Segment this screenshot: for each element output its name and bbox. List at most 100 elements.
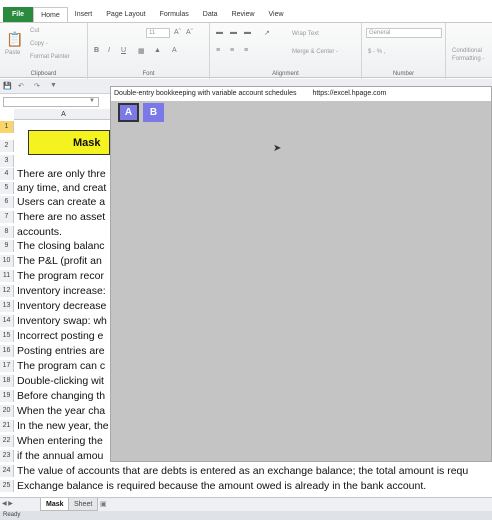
column-header-a[interactable]: A xyxy=(17,109,110,120)
row-header[interactable]: 21 xyxy=(0,420,14,432)
row-header[interactable]: 14 xyxy=(0,315,14,327)
row-header[interactable]: 8 xyxy=(0,226,14,238)
row-header[interactable]: 6 xyxy=(0,196,14,208)
number-symbols[interactable]: $ - % , xyxy=(368,49,385,55)
sheet-tab-bar: ◀ ▶ Mask Sheet ▣ xyxy=(0,497,492,511)
sheet-tab-sheet[interactable]: Sheet xyxy=(68,498,99,511)
button-b[interactable]: B xyxy=(143,103,164,122)
align-middle-icon[interactable]: ▬ xyxy=(230,29,237,36)
cell-text[interactable]: The closing balanc xyxy=(17,239,105,253)
name-box[interactable]: ▼ xyxy=(3,97,99,107)
row-header[interactable]: 15 xyxy=(0,330,14,342)
row-header[interactable]: 13 xyxy=(0,300,14,312)
row-header[interactable]: 11 xyxy=(0,270,14,282)
merge-center-button[interactable]: Merge & Center - xyxy=(292,49,338,55)
wrap-text-button[interactable]: Wrap Text xyxy=(292,31,319,37)
row-header[interactable]: 7 xyxy=(0,211,14,223)
cell-text[interactable]: The P&L (profit an xyxy=(17,254,102,268)
conditional-formatting-button-label[interactable]: Formatting - xyxy=(452,56,484,62)
sheet-tab-mask[interactable]: Mask xyxy=(40,498,70,511)
row-header[interactable]: 1 xyxy=(0,121,14,133)
alignment-group: ▬ ▬ ▬ ↗ Wrap Text ≡ ≡ ≡ Merge & Center -… xyxy=(210,23,362,79)
customize-icon[interactable]: ▼ xyxy=(50,82,57,89)
row-header[interactable]: 20 xyxy=(0,405,14,417)
underline-icon[interactable]: U xyxy=(121,47,126,54)
cell-text[interactable]: accounts. xyxy=(17,225,62,239)
new-sheet-icon[interactable]: ▣ xyxy=(100,500,107,508)
tab-home[interactable]: Home xyxy=(33,7,68,22)
overlay-url[interactable]: https://excel.hpage.com xyxy=(312,90,386,97)
cell-text[interactable]: The program recor xyxy=(17,269,104,283)
row-header[interactable]: 19 xyxy=(0,390,14,402)
cell-text[interactable]: any time, and creat xyxy=(17,181,106,195)
cell-text[interactable]: The program can c xyxy=(17,359,105,373)
orientation-icon[interactable]: ↗ xyxy=(264,29,270,37)
row-header[interactable]: 24 xyxy=(0,465,14,477)
bold-icon[interactable]: B xyxy=(94,47,99,54)
grow-font-icon[interactable]: Aˆ xyxy=(174,29,181,36)
row-header[interactable]: 10 xyxy=(0,255,14,267)
row-header[interactable]: 17 xyxy=(0,360,14,372)
tab-insert[interactable]: Insert xyxy=(68,7,100,22)
cell-text[interactable]: Inventory decrease xyxy=(17,299,106,313)
row-header[interactable]: 16 xyxy=(0,345,14,357)
row-header[interactable]: 25 xyxy=(0,480,14,492)
cut-button[interactable]: Cut xyxy=(30,28,39,34)
conditional-formatting-button[interactable]: Conditional xyxy=(452,48,482,54)
cell-text[interactable]: Inventory increase: xyxy=(17,284,106,298)
cell-text[interactable]: Before changing th xyxy=(17,389,105,403)
tab-file[interactable]: File xyxy=(3,7,34,22)
row-header[interactable]: 18 xyxy=(0,375,14,387)
copy-button[interactable]: Copy - xyxy=(30,41,48,47)
format-painter-button[interactable]: Format Painter xyxy=(30,54,70,60)
cell-text[interactable]: Incorrect posting e xyxy=(17,329,103,343)
tab-formulas[interactable]: Formulas xyxy=(153,7,196,22)
cell-text[interactable]: if the annual amou xyxy=(17,449,103,463)
save-icon[interactable]: 💾 xyxy=(3,82,12,90)
paste-icon[interactable]: 📋 xyxy=(6,31,23,48)
fill-color-icon[interactable]: ▲ xyxy=(154,47,161,54)
cell-text[interactable]: There are no asset xyxy=(17,210,105,224)
row-header[interactable]: 3 xyxy=(0,155,14,167)
tab-page-layout[interactable]: Page Layout xyxy=(99,7,152,22)
tab-view[interactable]: View xyxy=(262,7,291,22)
align-left-icon[interactable]: ≡ xyxy=(216,47,220,54)
alignment-label: Alignment xyxy=(272,71,299,77)
row-header[interactable]: 4 xyxy=(0,168,14,180)
align-right-icon[interactable]: ≡ xyxy=(244,47,248,54)
borders-icon[interactable]: ▦ xyxy=(138,47,145,55)
cell-text[interactable]: There are only thre xyxy=(17,167,106,181)
mask-title-cell[interactable]: Mask xyxy=(28,130,110,155)
tab-data[interactable]: Data xyxy=(196,7,225,22)
cell-text[interactable]: Double-clicking wit xyxy=(17,374,104,388)
redo-icon[interactable]: ↷ xyxy=(34,82,40,90)
cell-text[interactable]: Users can create a xyxy=(17,195,105,209)
row-header[interactable]: 9 xyxy=(0,240,14,252)
italic-icon[interactable]: I xyxy=(108,47,110,54)
row-header[interactable]: 12 xyxy=(0,285,14,297)
sheet-nav-arrows-icon[interactable]: ◀ ▶ xyxy=(2,500,13,507)
row-header[interactable]: 23 xyxy=(0,450,14,462)
align-top-icon[interactable]: ▬ xyxy=(216,29,223,36)
shrink-font-icon[interactable]: Aˇ xyxy=(186,29,193,36)
chevron-down-icon[interactable]: ▼ xyxy=(89,98,95,104)
row-header[interactable]: 22 xyxy=(0,435,14,447)
font-size-select[interactable]: 11 xyxy=(146,28,170,38)
cell-text[interactable]: Inventory swap: wh xyxy=(17,314,107,328)
align-bottom-icon[interactable]: ▬ xyxy=(244,29,251,36)
cell-text[interactable]: The value of accounts that are debts is … xyxy=(17,464,492,478)
cell-text[interactable]: In the new year, the xyxy=(17,419,109,433)
cell-text[interactable]: Exchange balance is required because the… xyxy=(17,479,426,493)
button-a[interactable]: A xyxy=(118,103,139,122)
undo-icon[interactable]: ↶ xyxy=(18,82,24,90)
number-format-select[interactable]: General xyxy=(366,28,442,38)
tab-review[interactable]: Review xyxy=(225,7,262,22)
row-header[interactable]: 2 xyxy=(0,140,14,152)
font-color-icon[interactable]: A xyxy=(172,47,177,54)
cell-text[interactable]: Posting entries are xyxy=(17,344,105,358)
paste-button[interactable]: Paste xyxy=(5,50,20,56)
cell-text[interactable]: When entering the xyxy=(17,434,103,448)
row-header[interactable]: 5 xyxy=(0,182,14,194)
cell-text[interactable]: When the year cha xyxy=(17,404,105,418)
align-center-icon[interactable]: ≡ xyxy=(230,47,234,54)
